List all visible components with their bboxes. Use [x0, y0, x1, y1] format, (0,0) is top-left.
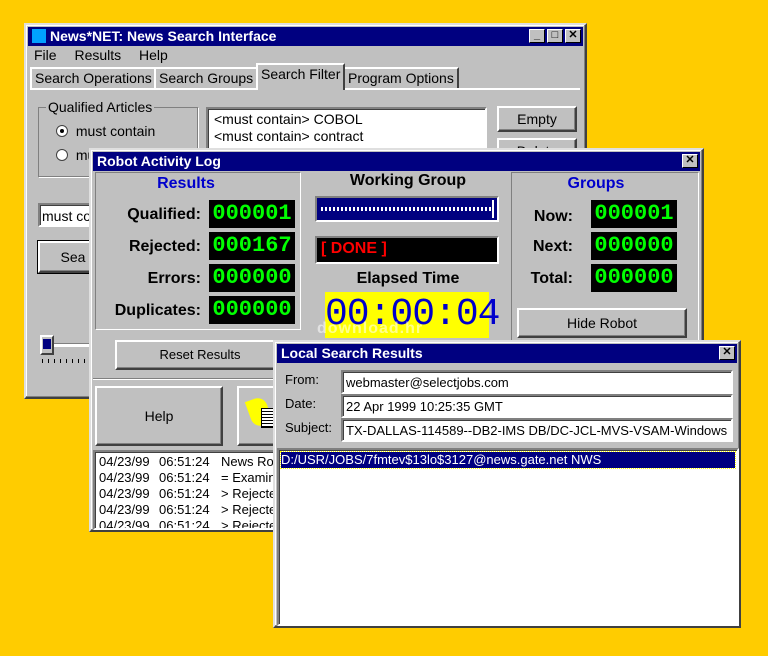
- close-button[interactable]: ✕: [565, 29, 581, 43]
- menu-help[interactable]: Help: [139, 47, 168, 63]
- local-results-window: Local Search Results ✕ From: webmaster@s…: [273, 340, 741, 628]
- subject-value: TX-DALLAS-114589--DB2-IMS DB/DC-JCL-MVS-…: [346, 423, 728, 438]
- main-window-titlebar[interactable]: News*NET: News Search Interface: [28, 27, 583, 46]
- slider-thumb[interactable]: [40, 335, 54, 355]
- tab-search-groups[interactable]: Search Groups: [154, 67, 259, 89]
- date-value: 22 Apr 1999 10:25:35 GMT: [346, 399, 503, 414]
- working-group-progress: [315, 196, 499, 222]
- progress-cursor: [492, 200, 494, 218]
- rejected-counter: 000167: [209, 232, 295, 260]
- now-counter: 000001: [591, 200, 677, 228]
- working-group-label: Working Group: [349, 172, 467, 189]
- hide-robot-button[interactable]: Hide Robot: [517, 308, 687, 338]
- now-label: Now:: [533, 208, 573, 225]
- tab-search-filter[interactable]: Search Filter: [256, 63, 346, 90]
- from-label: From:: [285, 372, 319, 387]
- results-list[interactable]: D:/USR/JOBS/7fmtev$13lo$3127@news.gate.n…: [277, 448, 739, 626]
- status-text: [ DONE ]: [321, 240, 387, 257]
- errors-counter: 000000: [209, 264, 295, 292]
- from-value: webmaster@selectjobs.com: [346, 375, 509, 390]
- results-header: Results: [157, 175, 215, 192]
- robot-log-titlebar[interactable]: Robot Activity Log: [93, 152, 700, 171]
- total-counter: 000000: [591, 264, 677, 292]
- progress-dots: [321, 207, 491, 211]
- duplicates-counter: 000000: [209, 296, 295, 324]
- list-item-selected[interactable]: D:/USR/JOBS/7fmtev$13lo$3127@news.gate.n…: [280, 451, 736, 469]
- minimize-button[interactable]: _: [529, 29, 545, 43]
- total-label: Total:: [530, 270, 573, 287]
- qualified-counter: 000001: [209, 200, 295, 228]
- robot-log-close-button[interactable]: ✕: [682, 154, 698, 168]
- empty-button[interactable]: Empty: [497, 106, 577, 132]
- subject-field[interactable]: TX-DALLAS-114589--DB2-IMS DB/DC-JCL-MVS-…: [341, 418, 733, 442]
- subject-label: Subject:: [285, 420, 332, 435]
- tab-program-options[interactable]: Program Options: [343, 67, 459, 89]
- rejected-label: Rejected:: [128, 238, 201, 255]
- date-field[interactable]: 22 Apr 1999 10:25:35 GMT: [341, 394, 733, 418]
- radio-must-contain-label: must contain: [75, 123, 156, 139]
- status-display: [ DONE ]: [315, 236, 499, 264]
- local-results-title: Local Search Results: [281, 345, 423, 361]
- menu-file[interactable]: File: [34, 47, 57, 63]
- filter-item[interactable]: <must contain> COBOL: [214, 111, 479, 128]
- elapsed-time-label: Elapsed Time: [356, 270, 460, 287]
- local-results-close-button[interactable]: ✕: [719, 346, 735, 360]
- date-label: Date:: [285, 396, 317, 411]
- app-icon: [32, 29, 46, 43]
- menu-results[interactable]: Results: [74, 47, 121, 63]
- maximize-button[interactable]: □: [547, 29, 563, 43]
- watermark: download.hr: [317, 320, 424, 337]
- duplicates-label: Duplicates:: [114, 302, 201, 319]
- from-field[interactable]: webmaster@selectjobs.com: [341, 370, 733, 394]
- qualified-articles-label: Qualified Articles: [46, 99, 155, 115]
- local-results-titlebar[interactable]: Local Search Results: [277, 344, 737, 363]
- tab-search-operations[interactable]: Search Operations: [30, 67, 157, 89]
- next-counter: 000000: [591, 232, 677, 260]
- errors-label: Errors:: [147, 270, 201, 287]
- menu-bar: File Results Help: [34, 46, 182, 64]
- groups-header: Groups: [567, 175, 625, 192]
- next-label: Next:: [532, 238, 573, 255]
- radio-must-contain[interactable]: must contain: [56, 123, 155, 139]
- radio-unchecked-icon: [56, 149, 68, 161]
- filter-list[interactable]: <must contain> COBOL <must contain> cont…: [206, 107, 487, 151]
- filter-text-value: must co: [42, 208, 92, 224]
- filter-item[interactable]: <must contain> contract: [214, 128, 479, 145]
- reset-results-button[interactable]: Reset Results: [115, 340, 285, 370]
- main-window-title: News*NET: News Search Interface: [50, 28, 277, 44]
- robot-log-title: Robot Activity Log: [97, 153, 221, 169]
- help-button[interactable]: Help: [95, 386, 223, 446]
- search-button-label: Sea: [60, 249, 86, 265]
- radio-checked-icon: [56, 125, 68, 137]
- selected-path: D:/USR/JOBS/7fmtev$13lo$3127@news.gate.n…: [281, 452, 602, 467]
- qualified-label: Qualified:: [127, 206, 201, 223]
